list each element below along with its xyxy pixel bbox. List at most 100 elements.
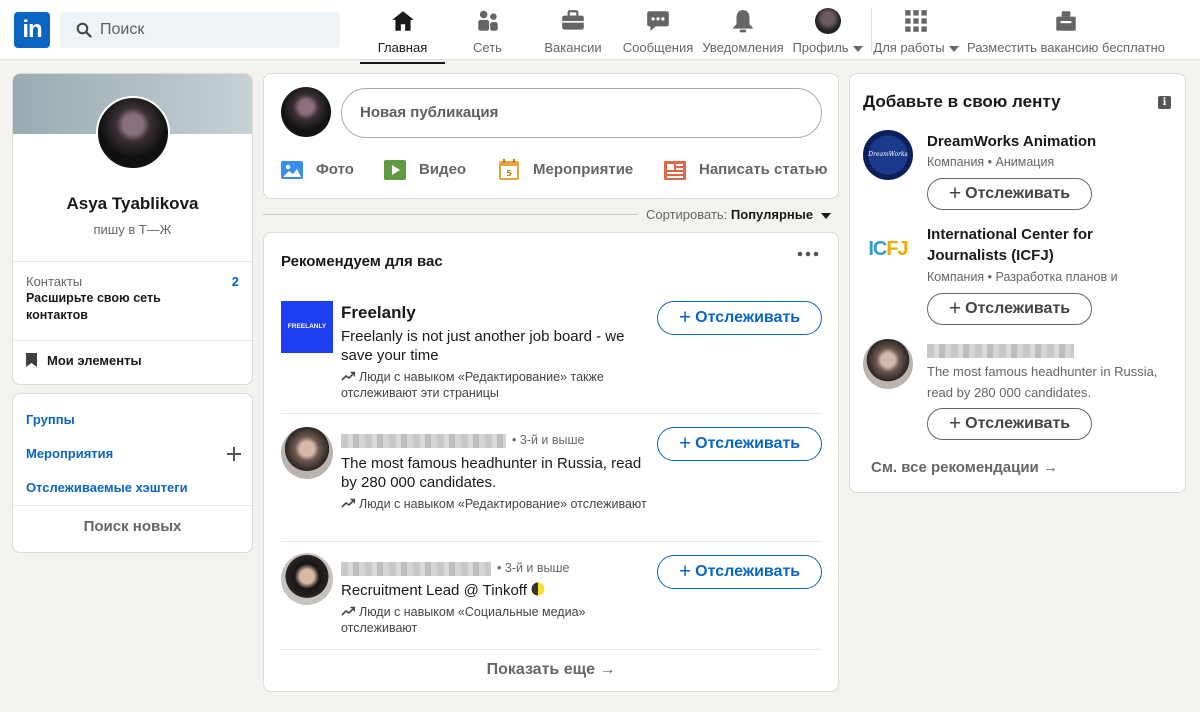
post-job-icon (1056, 11, 1076, 31)
recommendation-description: The most famous headhunter in Russia, re… (341, 455, 642, 491)
avatar[interactable] (863, 339, 913, 389)
divider (13, 340, 252, 341)
show-more-button[interactable]: Показать еще → (264, 661, 838, 679)
add-event-icon[interactable] (226, 446, 242, 462)
search-box[interactable] (60, 12, 340, 48)
blurred-name[interactable] (927, 344, 1074, 358)
recommendations-title: Рекомендуем для вас (281, 253, 443, 270)
search-icon (76, 22, 92, 38)
network-icon (477, 10, 498, 31)
sort-value: Популярные (730, 207, 814, 222)
list-item: DreamWorks DreamWorks Animation Компания… (863, 130, 1173, 220)
divider (281, 541, 822, 542)
see-all-recommendations-link[interactable]: См. все рекомендации → (871, 459, 1058, 476)
blurred-name[interactable] (341, 434, 506, 448)
chevron-down-icon (948, 45, 959, 52)
post-composer: Новая публикация Фото Видео 5 Мероприяти… (263, 73, 839, 199)
write-article-label: Написать статью (699, 161, 828, 178)
briefcase-icon (562, 10, 584, 30)
photo-button[interactable]: Фото (280, 158, 360, 182)
more-options-icon[interactable] (796, 249, 820, 259)
recommendation-name[interactable]: Freelanly (341, 303, 416, 323)
list-item: The most famous headhunter in Russia, re… (863, 339, 1173, 444)
contacts-label[interactable]: Контакты (26, 274, 82, 289)
groups-link[interactable]: Группы (26, 412, 75, 427)
my-items-link[interactable]: Мои элементы (26, 353, 142, 368)
follow-button[interactable]: + Отслеживать (657, 301, 822, 335)
profile-name[interactable]: Asya Tyablikova (13, 194, 252, 214)
avatar[interactable] (281, 553, 333, 605)
bell-icon (733, 10, 753, 33)
recommendation-description: Freelanly is not just another job board … (341, 328, 625, 364)
nav-post-job[interactable]: Разместить вакансию бесплатно (962, 6, 1170, 58)
video-label: Видео (419, 161, 467, 178)
divider (13, 261, 252, 262)
follow-button[interactable]: + Отслеживать (927, 408, 1092, 440)
add-to-feed-card: Добавьте в свою ленту i DreamWorks Dream… (849, 73, 1186, 493)
chevron-down-icon (820, 212, 831, 219)
search-input[interactable] (100, 12, 330, 48)
nav-for-business[interactable]: Для работы (872, 6, 960, 58)
followed-hashtags-link[interactable]: Отслеживаемые хэштеги (26, 480, 188, 495)
avatar[interactable] (281, 87, 331, 137)
plus-icon: + (948, 412, 962, 435)
avatar[interactable] (281, 427, 333, 479)
photo-label: Фото (316, 161, 354, 178)
write-article-button[interactable]: Написать статью (663, 158, 828, 182)
suggestion-name[interactable]: DreamWorks Animation (927, 131, 1167, 152)
svg-text:5: 5 (506, 169, 512, 178)
suggestion-meta: Компания • Разработка планов и (927, 270, 1118, 284)
follow-button[interactable]: + Отслеживать (657, 427, 822, 461)
blurred-name[interactable] (341, 562, 491, 576)
plus-icon: + (678, 306, 692, 329)
trending-icon (341, 371, 356, 381)
profile-card: Asya Tyablikova пишу в Т—Ж Контакты 2 Ра… (12, 73, 253, 385)
nav-label: Профиль (790, 40, 865, 55)
list-item: FREELANLY Freelanly Freelanly is not jus… (281, 301, 822, 411)
recommendations-card: Рекомендуем для вас FREELANLY Freelanly … (263, 232, 839, 692)
event-label: Мероприятие (533, 161, 634, 178)
linkedin-logo[interactable]: in (14, 12, 50, 48)
follow-button[interactable]: + Отслеживать (927, 293, 1092, 325)
follow-button[interactable]: + Отслеживать (927, 178, 1092, 210)
divider (13, 505, 252, 506)
sort-label: Сортировать: (646, 207, 728, 222)
video-icon (384, 160, 406, 180)
divider (263, 214, 638, 215)
new-post-input[interactable]: Новая публикация (341, 88, 822, 138)
nav-label: Разместить вакансию бесплатно (967, 40, 1165, 55)
info-icon[interactable]: i (1158, 96, 1171, 109)
nav-home[interactable]: Главная (360, 6, 445, 64)
nav-jobs[interactable]: Вакансии (538, 6, 608, 58)
discover-more-button[interactable]: Поиск новых (13, 518, 252, 535)
avatar (814, 8, 841, 34)
icfj-logo[interactable]: ICFJ (863, 224, 913, 274)
nav-label: Сеть (473, 40, 502, 55)
plus-icon: + (678, 432, 692, 455)
nav-label: Сообщения (622, 40, 694, 55)
grow-network-link[interactable]: Расширьте свою сеть контактов (26, 290, 206, 324)
recommendation-description: Recruitment Lead @ Tinkoff (341, 581, 601, 600)
dreamworks-logo[interactable]: DreamWorks (863, 130, 913, 180)
events-link[interactable]: Мероприятия (26, 446, 113, 461)
video-button[interactable]: Видео (383, 158, 473, 182)
freelanly-logo[interactable]: FREELANLY (281, 301, 333, 353)
add-to-feed-title: Добавьте в свою ленту (863, 92, 1061, 111)
my-items-label: Мои элементы (47, 353, 142, 368)
nav-notifications[interactable]: Уведомления (700, 6, 786, 58)
plus-icon: + (678, 560, 692, 583)
profile-photo[interactable] (96, 96, 170, 170)
trending-icon (341, 606, 356, 616)
nav-network[interactable]: Сеть (455, 6, 520, 58)
nav-label: Для работы (872, 40, 960, 55)
event-button[interactable]: 5 Мероприятие (497, 158, 637, 182)
contacts-count[interactable]: 2 (232, 274, 239, 289)
suggestion-name[interactable]: International Center for Journalists (IC… (927, 224, 1167, 266)
connection-degree: • 3-й и выше (497, 561, 570, 575)
nav-profile[interactable]: Профиль (790, 6, 865, 58)
nav-messaging[interactable]: Сообщения (620, 6, 696, 58)
social-proof: Люди с навыком «Социальные медиа» отслеж… (341, 605, 586, 635)
sort-dropdown[interactable]: Сортировать: Популярные (646, 207, 831, 222)
suggestion-description: The most famous headhunter in Russia, re… (927, 364, 1158, 400)
follow-button[interactable]: + Отслеживать (657, 555, 822, 589)
